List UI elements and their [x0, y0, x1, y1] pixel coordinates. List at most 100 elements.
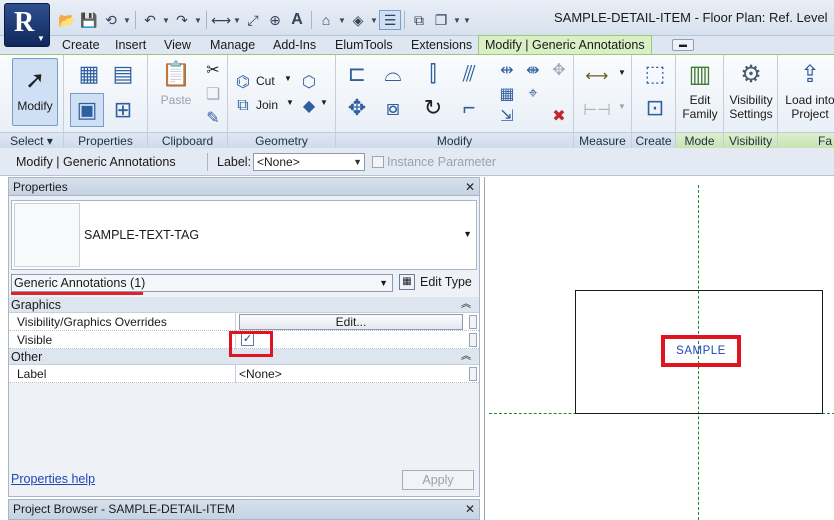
- mirror-draw-axis-icon[interactable]: ⫻: [454, 59, 484, 89]
- edit-type-button[interactable]: ▦ Edit Type: [399, 274, 472, 290]
- element-filter-select[interactable]: Generic Annotations (1) ▼: [11, 274, 393, 292]
- sync-icon[interactable]: ⟲: [100, 10, 122, 30]
- properties-help-link[interactable]: Properties help: [11, 472, 95, 486]
- align-icon[interactable]: ⊏: [342, 59, 372, 89]
- move-icon[interactable]: ✥: [342, 93, 372, 123]
- tab-modify-generic-annotations[interactable]: Modify | Generic Annotations: [478, 35, 652, 54]
- pin-icon[interactable]: ⌖: [522, 83, 544, 105]
- wall-joins-icon[interactable]: ⬡: [298, 71, 320, 93]
- dimension-dropdown-icon[interactable]: ▼: [618, 102, 626, 111]
- load-into-project-button[interactable]: ⇪ Load into Project: [780, 59, 834, 122]
- apply-button[interactable]: Apply: [402, 470, 474, 490]
- aligned-dimension-icon[interactable]: ⊢⊣: [580, 99, 614, 121]
- join-dropdown-icon[interactable]: ▼: [286, 98, 294, 107]
- cut-dropdown-icon[interactable]: ▼: [284, 74, 292, 83]
- vis-overrides-edit-button[interactable]: Edit...: [239, 314, 463, 330]
- measure-dropdown-icon[interactable]: ▼: [618, 68, 626, 77]
- open-icon[interactable]: 📂: [56, 10, 78, 30]
- rotate-icon[interactable]: ↻: [418, 93, 448, 123]
- create-similar-icon[interactable]: ⬚: [640, 59, 670, 89]
- tab-create[interactable]: Create: [62, 36, 100, 54]
- tab-elumtools[interactable]: ElumTools: [335, 36, 393, 54]
- redo-dropdown-icon[interactable]: ▼: [193, 10, 203, 30]
- thin-lines-icon[interactable]: ☰: [379, 10, 401, 30]
- measure-between-icon[interactable]: ⟷: [580, 65, 614, 87]
- label-property-value[interactable]: <None>: [239, 365, 282, 383]
- close-icon[interactable]: ✕: [465, 178, 475, 196]
- tab-insert[interactable]: Insert: [115, 36, 146, 54]
- type-selector-icon[interactable]: ⊞: [108, 95, 138, 125]
- array-icon[interactable]: ▦: [496, 83, 518, 105]
- scrollbar-thumb[interactable]: [469, 367, 477, 381]
- create-group-icon[interactable]: ⊡: [640, 93, 670, 123]
- scale-icon[interactable]: ⇲: [496, 105, 518, 127]
- split-element-icon[interactable]: ⇹: [496, 59, 518, 81]
- tab-view[interactable]: View: [164, 36, 191, 54]
- scrollbar-thumb[interactable]: [469, 333, 477, 347]
- trim-extend-icon[interactable]: ⌐: [454, 93, 484, 123]
- type-selector[interactable]: SAMPLE-TEXT-TAG ▼: [11, 200, 477, 270]
- tag-icon[interactable]: ⊕: [264, 10, 286, 30]
- measure-icon[interactable]: ⟷: [210, 10, 232, 30]
- customize-qat-icon[interactable]: ▼: [462, 10, 472, 30]
- paste-button[interactable]: 📋 Paste: [154, 59, 198, 108]
- project-browser-header[interactable]: Project Browser - SAMPLE-DETAIL-ITEM ✕: [8, 499, 480, 520]
- align-dimension-icon[interactable]: ⤢: [242, 10, 264, 30]
- match-type-icon[interactable]: ✎: [202, 107, 224, 129]
- edit-family-button[interactable]: ▥ Edit Family: [678, 59, 722, 122]
- cut-geometry-icon[interactable]: ⌬: [232, 71, 254, 93]
- sync-dropdown-icon[interactable]: ▼: [122, 10, 132, 30]
- 3d-view-icon[interactable]: ⌂: [315, 10, 337, 30]
- instance-parameter-checkbox[interactable]: [372, 156, 384, 168]
- scrollbar-thumb[interactable]: [469, 315, 477, 329]
- split-face-icon[interactable]: ◆: [298, 95, 320, 117]
- save-icon[interactable]: 💾: [78, 10, 100, 30]
- label-select[interactable]: <None> ▼: [253, 153, 365, 171]
- properties-header[interactable]: Properties ✕: [9, 178, 479, 196]
- application-menu-button[interactable]: R ▼: [4, 3, 50, 47]
- cut-geometry-label[interactable]: Cut: [256, 74, 275, 88]
- copy-element-icon[interactable]: ⧇: [378, 93, 408, 123]
- section-dropdown-icon[interactable]: ▼: [369, 10, 379, 30]
- tab-manage[interactable]: Manage: [210, 36, 255, 54]
- panel-label-select[interactable]: Select ▾: [0, 132, 63, 148]
- text-icon[interactable]: A: [286, 10, 308, 30]
- unpin-icon[interactable]: ✥: [548, 59, 570, 81]
- undo-icon[interactable]: ↶: [139, 10, 161, 30]
- tab-extensions[interactable]: Extensions: [411, 36, 472, 54]
- geometry-dropdown-icon[interactable]: ▼: [320, 98, 328, 107]
- close-hidden-icon[interactable]: ⧉: [408, 10, 430, 30]
- visibility-settings-button[interactable]: ⚙ Visibility Settings: [726, 59, 776, 122]
- measure-dropdown-icon[interactable]: ▼: [232, 10, 242, 30]
- sample-tag-label[interactable]: SAMPLE: [676, 345, 726, 357]
- cut-clipboard-icon[interactable]: ✂: [202, 59, 224, 81]
- join-geometry-label[interactable]: Join: [256, 98, 278, 112]
- sample-tag-highlight[interactable]: SAMPLE: [661, 335, 741, 367]
- close-icon[interactable]: ✕: [465, 500, 475, 518]
- switch-windows-dropdown-icon[interactable]: ▼: [452, 10, 462, 30]
- group-header-graphics[interactable]: Graphics ︽: [9, 297, 479, 313]
- switch-windows-icon[interactable]: ❐: [430, 10, 452, 30]
- collapse-icon[interactable]: ︽: [461, 349, 471, 365]
- split-gap-icon[interactable]: ⇼: [522, 59, 544, 81]
- modify-button[interactable]: ➚ Modify: [12, 58, 58, 126]
- mirror-pick-axis-icon[interactable]: ⫿: [418, 59, 448, 89]
- ribbon: ➚ Modify Select ▾ ▦ ▤ ▣ ⊞ Properties 📋 P…: [0, 54, 834, 148]
- 3d-view-dropdown-icon[interactable]: ▼: [337, 10, 347, 30]
- join-geometry-icon[interactable]: ⧉: [232, 95, 254, 117]
- minimize-ribbon-button[interactable]: ▬: [672, 39, 694, 51]
- delete-icon[interactable]: ✖: [548, 105, 570, 127]
- family-types-icon[interactable]: ▤: [108, 59, 138, 89]
- tab-add-ins[interactable]: Add-Ins: [273, 36, 316, 54]
- type-properties-icon[interactable]: ▦: [74, 59, 104, 89]
- cursor-arrow-icon: ➚: [24, 67, 46, 94]
- collapse-icon[interactable]: ︽: [461, 297, 471, 313]
- chevron-down-icon[interactable]: ▼: [463, 229, 472, 239]
- offset-icon[interactable]: ⌓: [378, 59, 408, 89]
- copy-icon[interactable]: ❏: [202, 83, 224, 105]
- drawing-area[interactable]: SAMPLE: [484, 177, 834, 520]
- properties-toggle-icon[interactable]: ▣: [70, 93, 104, 127]
- redo-icon[interactable]: ↷: [171, 10, 193, 30]
- undo-dropdown-icon[interactable]: ▼: [161, 10, 171, 30]
- section-icon[interactable]: ◈: [347, 10, 369, 30]
